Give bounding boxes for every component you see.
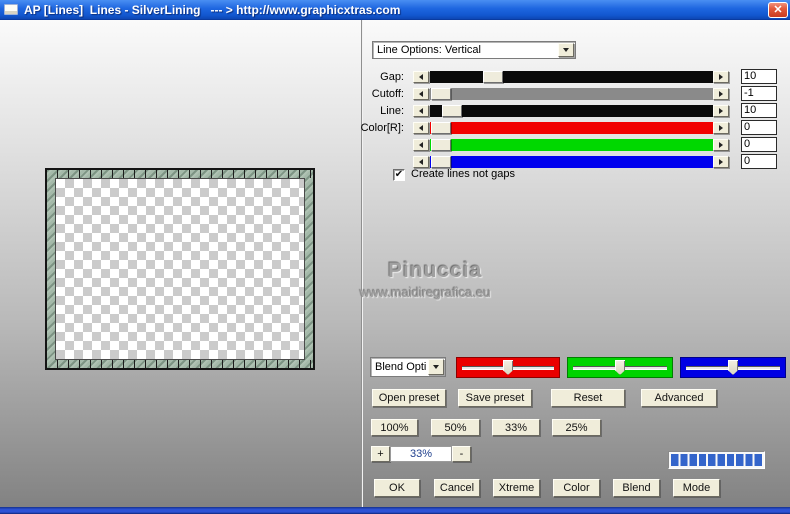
arrow-right-icon xyxy=(719,74,723,80)
window-bottom-border xyxy=(0,507,790,514)
color-r-slider-thumb[interactable] xyxy=(431,122,451,134)
open-preset-button[interactable]: Open preset xyxy=(372,389,446,407)
line-decrease-button[interactable] xyxy=(413,105,429,117)
zoom-in-button[interactable]: + xyxy=(371,446,390,462)
cutoff-increase-button[interactable] xyxy=(713,88,729,100)
frame-ticks-bottom xyxy=(47,360,313,368)
window-title: AP [Lines] Lines - SilverLining --- > ht… xyxy=(24,3,401,17)
slider-label-gap: Gap: xyxy=(380,71,404,83)
slider-label-color-r: Color[R]: xyxy=(360,122,404,134)
arrow-right-icon xyxy=(719,142,723,148)
color-r-increase-button[interactable] xyxy=(713,122,729,134)
plugin-window: AP [Lines] Lines - SilverLining --- > ht… xyxy=(0,0,790,514)
cancel-button[interactable]: Cancel xyxy=(434,479,480,497)
red-channel-trackbar[interactable] xyxy=(456,357,560,378)
line-increase-button[interactable] xyxy=(713,105,729,117)
color-r-decrease-button[interactable] xyxy=(413,122,429,134)
cutoff-value-field[interactable]: -1 xyxy=(741,86,777,101)
watermark-url: www.maidiregrafica.eu xyxy=(360,285,491,300)
color-g-slider-thumb[interactable] xyxy=(431,139,451,151)
gap-slider-thumb[interactable] xyxy=(483,71,503,83)
zoom-50-button[interactable]: 50% xyxy=(431,419,480,436)
client-area: Line Options: Vertical Gap: 10 Cutoff: -… xyxy=(0,20,790,507)
slider-label-cutoff: Cutoff: xyxy=(371,88,404,100)
ok-button[interactable]: OK xyxy=(374,479,420,497)
chevron-down-icon[interactable] xyxy=(428,359,444,375)
arrow-left-icon xyxy=(419,142,423,148)
zoom-25-button[interactable]: 25% xyxy=(552,419,601,436)
cutoff-slider-track[interactable] xyxy=(430,88,713,100)
green-trackbar-thumb[interactable] xyxy=(615,360,625,375)
gap-value-field[interactable]: 10 xyxy=(741,69,777,84)
arrow-right-icon xyxy=(719,91,723,97)
zoom-33-button[interactable]: 33% xyxy=(492,419,540,436)
close-button[interactable]: ✕ xyxy=(768,2,788,18)
create-lines-checkbox-label: Create lines not gaps xyxy=(411,168,515,180)
blend-button[interactable]: Blend xyxy=(613,479,660,497)
color-g-increase-button[interactable] xyxy=(713,139,729,151)
slider-label-color-b xyxy=(328,156,404,168)
color-b-value-field[interactable]: 0 xyxy=(741,154,777,169)
mode-button[interactable]: Mode xyxy=(673,479,720,497)
color-b-decrease-button[interactable] xyxy=(413,156,429,168)
line-options-value: Line Options: Vertical xyxy=(377,44,481,56)
arrow-right-icon xyxy=(719,159,723,165)
arrow-left-icon xyxy=(419,108,423,114)
arrow-right-icon xyxy=(719,108,723,114)
color-b-slider-track[interactable] xyxy=(430,156,713,168)
arrow-right-icon xyxy=(719,125,723,131)
title-bar: AP [Lines] Lines - SilverLining --- > ht… xyxy=(0,0,790,20)
blue-trackbar-thumb[interactable] xyxy=(728,360,738,375)
arrow-left-icon xyxy=(419,125,423,131)
color-r-value-field[interactable]: 0 xyxy=(741,120,777,135)
blend-options-value: Blend Opti xyxy=(375,361,427,373)
arrow-left-icon xyxy=(419,91,423,97)
preview-image xyxy=(45,168,315,370)
reset-button[interactable]: Reset xyxy=(551,389,625,407)
blue-channel-trackbar[interactable] xyxy=(680,357,786,378)
color-g-decrease-button[interactable] xyxy=(413,139,429,151)
gap-slider-track[interactable] xyxy=(430,71,713,83)
progress-segments xyxy=(671,454,762,466)
color-r-slider-track[interactable] xyxy=(430,122,713,134)
line-value-field[interactable]: 10 xyxy=(741,103,777,118)
color-button[interactable]: Color xyxy=(553,479,600,497)
xtreme-button[interactable]: Xtreme xyxy=(493,479,540,497)
zoom-100-button[interactable]: 100% xyxy=(371,419,418,436)
chevron-down-icon[interactable] xyxy=(558,43,574,57)
arrow-left-icon xyxy=(419,74,423,80)
line-slider-track[interactable] xyxy=(430,105,713,117)
blend-options-dropdown[interactable]: Blend Opti xyxy=(370,357,446,377)
progress-indicator xyxy=(668,451,765,469)
color-g-value-field[interactable]: 0 xyxy=(741,137,777,152)
app-icon xyxy=(4,4,18,15)
line-slider-thumb[interactable] xyxy=(442,105,462,117)
slider-label-line: Line: xyxy=(380,105,404,117)
advanced-button[interactable]: Advanced xyxy=(641,389,717,407)
save-preset-button[interactable]: Save preset xyxy=(458,389,532,407)
green-channel-trackbar[interactable] xyxy=(567,357,673,378)
color-g-slider-track[interactable] xyxy=(430,139,713,151)
zoom-out-button[interactable]: - xyxy=(452,446,471,462)
line-options-dropdown[interactable]: Line Options: Vertical xyxy=(372,41,576,59)
color-b-slider-thumb[interactable] xyxy=(431,156,451,168)
slider-label-color-g xyxy=(328,139,404,151)
gap-decrease-button[interactable] xyxy=(413,71,429,83)
color-b-increase-button[interactable] xyxy=(713,156,729,168)
cutoff-decrease-button[interactable] xyxy=(413,88,429,100)
frame-ticks-top xyxy=(47,170,313,178)
gap-increase-button[interactable] xyxy=(713,71,729,83)
red-trackbar-thumb[interactable] xyxy=(503,360,513,375)
watermark-name: Pinuccia xyxy=(388,259,483,282)
arrow-left-icon xyxy=(419,159,423,165)
cutoff-slider-thumb[interactable] xyxy=(431,88,451,100)
create-lines-checkbox[interactable]: ✔ xyxy=(393,169,405,181)
zoom-level-display: 33% xyxy=(390,446,452,462)
transparency-checkerboard xyxy=(55,178,305,360)
